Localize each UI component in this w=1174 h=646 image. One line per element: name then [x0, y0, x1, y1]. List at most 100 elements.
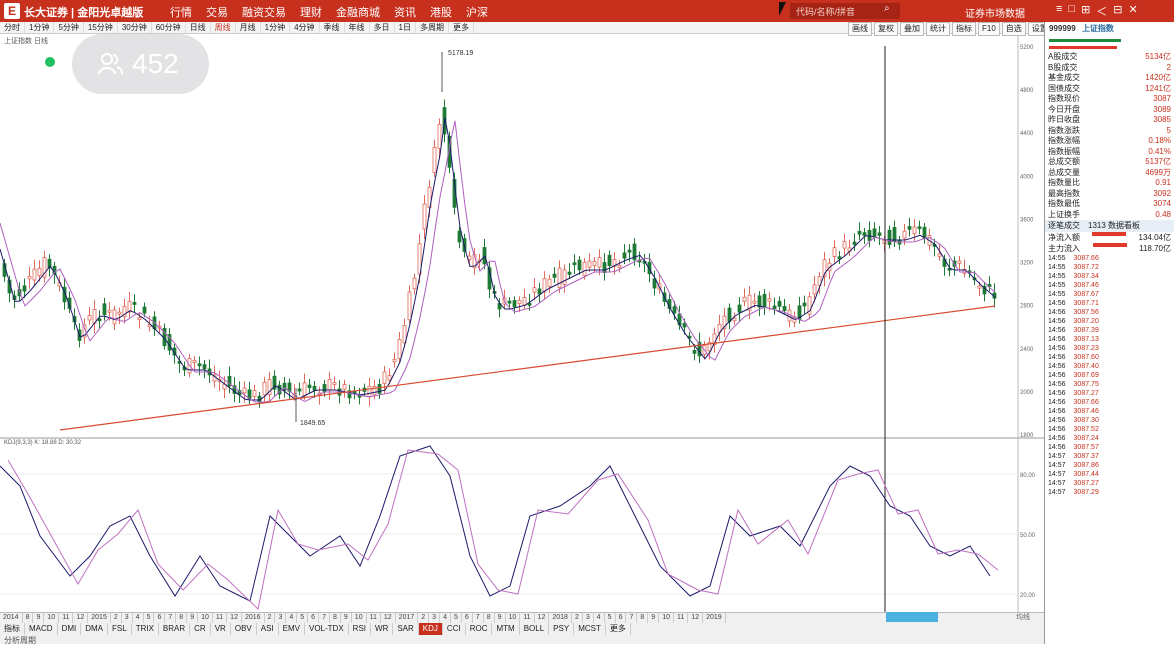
window-button[interactable]: ＜	[1096, 3, 1107, 19]
candle-body	[412, 277, 417, 290]
indicator-tab[interactable]: PSY	[549, 623, 575, 635]
indicator-tab[interactable]: BOLL	[520, 623, 550, 635]
tick-price: 3087.39	[1073, 327, 1099, 334]
indicator-tab[interactable]: FSL	[108, 623, 132, 635]
indicator-tab[interactable]: MTM	[492, 623, 520, 635]
search-icon[interactable]: ⌕	[884, 3, 890, 14]
candle-body	[262, 381, 267, 396]
period-tab[interactable]: 更多	[449, 22, 474, 33]
period-tab[interactable]: 30分钟	[118, 22, 152, 33]
window-button[interactable]: ≡	[1056, 3, 1062, 19]
tick-row: 14:57 3087.37	[1045, 452, 1174, 461]
chart-tool-button[interactable]: 统计	[926, 22, 950, 36]
menu-item[interactable]: 资讯	[394, 4, 416, 20]
chart-tool-button[interactable]: 叠加	[900, 22, 924, 36]
period-tab[interactable]: 1日	[395, 22, 416, 33]
tick-time: 14:57	[1048, 480, 1066, 487]
menu-item[interactable]: 行情	[170, 4, 192, 20]
indicator-tab[interactable]: ASI	[257, 623, 279, 635]
candle-body	[907, 226, 912, 230]
scale-label[interactable]: 均线	[1016, 612, 1030, 622]
candle-body	[877, 232, 882, 236]
period-tab[interactable]: 1分钟	[261, 22, 291, 33]
indicator-tab[interactable]: VR	[211, 623, 231, 635]
period-tab[interactable]: 多日	[370, 22, 395, 33]
menu-item[interactable]: 金融商城	[336, 4, 380, 20]
indicator-tab[interactable]: MCST	[574, 623, 606, 635]
candle-body	[457, 230, 462, 243]
indicator-tab[interactable]: VOL-TDX	[305, 623, 349, 635]
chart-info-line: 上证指数 日线	[4, 38, 48, 45]
indicator-tab[interactable]: BRAR	[159, 623, 191, 635]
indicator-tab[interactable]: DMA	[81, 623, 109, 635]
indicator-tab[interactable]: CR	[190, 623, 211, 635]
date-tick: 8	[330, 613, 341, 623]
period-tab[interactable]: 分时	[0, 22, 25, 33]
period-tab[interactable]: 60分钟	[152, 22, 186, 33]
chart-tool-button[interactable]: 画线	[848, 22, 872, 36]
indicator-tab[interactable]: 更多	[606, 623, 631, 635]
period-tab[interactable]: 多周期	[416, 22, 449, 33]
window-button[interactable]: ⊞	[1081, 3, 1090, 19]
menu-item[interactable]: 交易	[206, 4, 228, 20]
quote-value: 3087	[1153, 94, 1171, 103]
candle-body	[397, 338, 402, 359]
period-tab[interactable]: 季线	[320, 22, 345, 33]
quote-label: A股成交	[1048, 52, 1078, 61]
date-tick: 6	[616, 613, 627, 623]
ma-line-long	[0, 120, 996, 403]
quote-subtab[interactable]: 逐笔成交	[1048, 220, 1080, 232]
period-tab[interactable]: 周线	[211, 22, 236, 33]
candle-body	[527, 302, 532, 306]
period-tab[interactable]: 4分钟	[290, 22, 320, 33]
quote-subtab[interactable]: 1313 数据看板	[1088, 220, 1140, 232]
indicator-tab[interactable]: 指标	[0, 623, 25, 635]
low-label: 1849.65	[300, 420, 325, 427]
kdj-level-label: 50.00	[1020, 533, 1036, 539]
menu-item[interactable]: 融资交易	[242, 4, 286, 20]
period-tab[interactable]: 年线	[345, 22, 370, 33]
window-button[interactable]: ⊟	[1113, 3, 1122, 19]
candle-body	[27, 276, 32, 280]
quote-header[interactable]: 999999 上证指数	[1045, 22, 1174, 36]
period-tab[interactable]: 1分钟	[25, 22, 55, 33]
period-tab[interactable]: 15分钟	[84, 22, 118, 33]
date-tick: 3	[122, 613, 133, 623]
indicator-tab[interactable]: RSI	[349, 623, 372, 635]
price-chart[interactable]: 5200 4800 4400 4000 3600 3200 2800 2400 2000 1800…	[0, 36, 1044, 612]
quote-label: 最高指数	[1048, 188, 1080, 198]
period-tab[interactable]: 月线	[236, 22, 261, 33]
indicator-tab[interactable]: DMI	[58, 623, 82, 635]
tick-price: 3087.40	[1073, 363, 1099, 370]
market-crumb[interactable]: 证券市场数据	[965, 5, 1025, 20]
tick-row: 14:56 3087.20	[1045, 317, 1174, 326]
indicator-tab[interactable]: ROC	[466, 623, 493, 635]
chart-tool-button[interactable]: 复权	[874, 22, 898, 36]
indicator-tab[interactable]: SAR	[393, 623, 419, 635]
viewer-count-badge: 452	[72, 34, 209, 94]
quote-row: A股成交 5134亿	[1045, 52, 1174, 63]
indicator-tab[interactable]: TRIX	[132, 623, 159, 635]
indicator-tab[interactable]: KDJ	[418, 623, 443, 635]
candle-body	[297, 388, 302, 392]
chart-tool-button[interactable]: F10	[978, 22, 1000, 36]
tick-price: 3087.30	[1073, 417, 1099, 424]
candle-body	[97, 318, 102, 322]
menu-item[interactable]: 理财	[300, 4, 322, 20]
date-tick: 5	[144, 613, 155, 623]
window-button[interactable]: ✕	[1129, 3, 1138, 19]
indicator-tab[interactable]: MACD	[25, 623, 58, 635]
menu-item[interactable]: 港股	[430, 4, 452, 20]
indicator-tab[interactable]: WR	[371, 623, 394, 635]
indicator-tab[interactable]: OBV	[231, 623, 257, 635]
indicator-tab[interactable]: CCI	[443, 623, 466, 635]
candle-body	[387, 375, 392, 381]
candle-body	[857, 230, 862, 235]
indicator-tab[interactable]: EMV	[279, 623, 305, 635]
chart-tool-button[interactable]: 指标	[952, 22, 976, 36]
period-tab[interactable]: 5分钟	[54, 22, 84, 33]
chart-tool-button[interactable]: 自选	[1001, 22, 1026, 36]
window-button[interactable]: □	[1068, 3, 1075, 19]
menu-item[interactable]: 沪深	[466, 4, 488, 20]
period-tab[interactable]: 日线	[186, 22, 211, 33]
